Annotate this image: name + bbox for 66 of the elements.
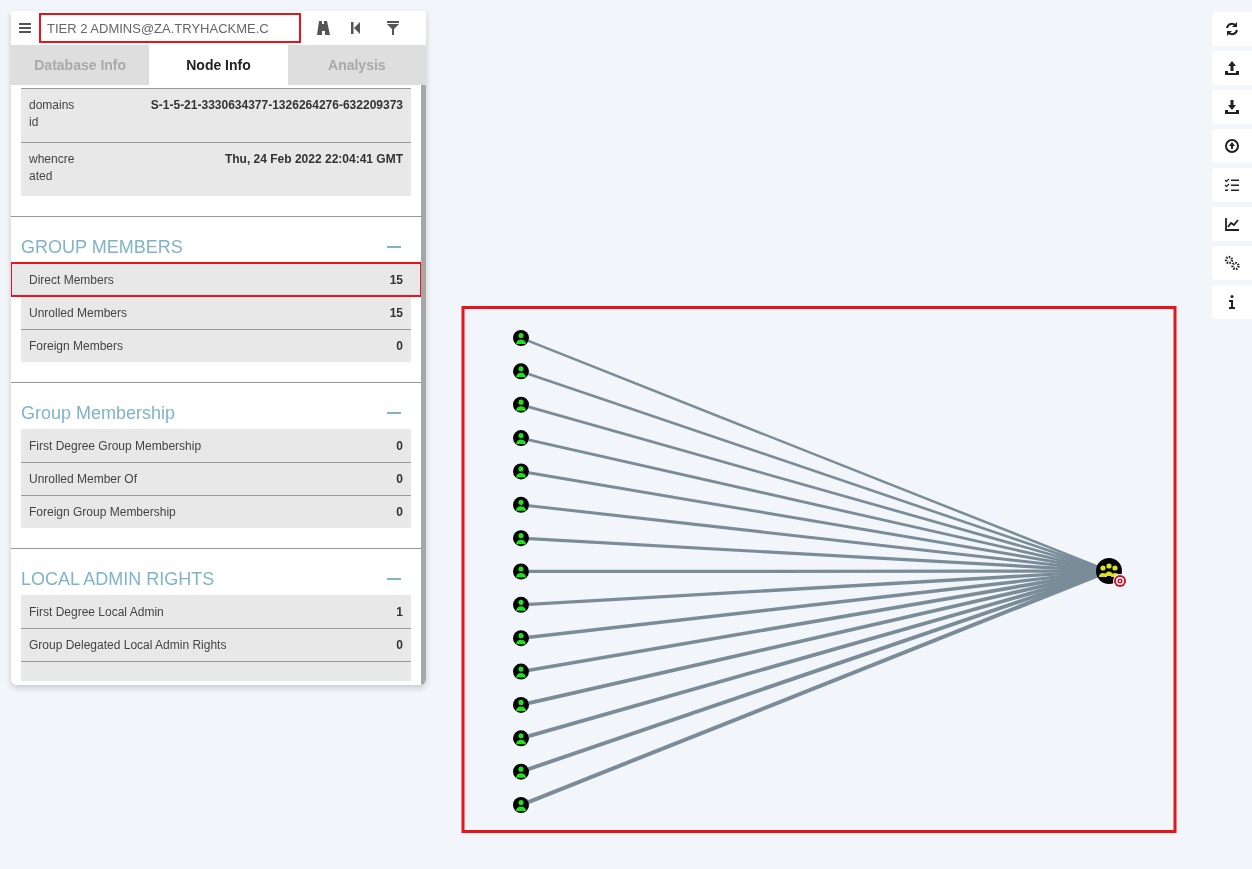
list-row[interactable]: Unrolled Member Of 0 [21, 462, 411, 495]
row-label: First Degree Group Membership [29, 438, 202, 453]
download-button[interactable] [1212, 90, 1252, 124]
section-title: Group Membership [21, 402, 176, 424]
row-value: 0 [396, 638, 403, 652]
row-value: 0 [396, 505, 403, 519]
row-label: Group Delegated Local Admin Rights [29, 638, 227, 652]
user-node-icon[interactable] [513, 696, 529, 713]
gears-button[interactable] [1212, 246, 1252, 280]
row-label: First Degree Local Admin [29, 604, 164, 619]
row-label: Foreign Members [29, 339, 124, 353]
property-value: Thu, 24 Feb 2022 22:04:41 GMT [224, 151, 403, 168]
filter-icon[interactable] [387, 21, 399, 35]
menu-icon[interactable] [19, 22, 31, 34]
property-value: S-1-5-21-3330634377-1326264276-632209373 [150, 97, 403, 114]
user-node-icon[interactable] [513, 330, 529, 346]
refresh-button[interactable] [1212, 12, 1252, 46]
list-row[interactable]: Group Delegated Local Admin Rights 0 [21, 628, 411, 661]
list-row[interactable]: Foreign Members 0 [21, 329, 411, 362]
info-button[interactable] [1212, 285, 1252, 319]
row-value: 15 [389, 272, 403, 287]
user-node-icon[interactable] [513, 630, 529, 647]
user-node-icon[interactable] [513, 563, 529, 580]
section-title: LOCAL ADMIN RIGHTS [21, 568, 215, 590]
upload-button[interactable] [1212, 51, 1252, 85]
user-node-icon[interactable] [513, 797, 529, 813]
checklist-button[interactable] [1212, 168, 1252, 202]
list-row[interactable]: First Degree Group Membership 0 [21, 429, 411, 462]
user-node-icon[interactable] [513, 430, 529, 447]
section-title: GROUP MEMBERS [21, 236, 183, 258]
row-label: Unrolled Member Of [29, 472, 138, 486]
list-row[interactable]: First Degree Local Admin 1 [21, 595, 411, 628]
row-value: 15 [389, 306, 403, 320]
refresh-icon [1224, 21, 1240, 37]
row-value: 0 [396, 472, 403, 486]
scrollbar[interactable] [421, 85, 426, 685]
user-node-icon[interactable] [513, 530, 529, 547]
user-node-icon[interactable] [513, 396, 529, 413]
chart-line-icon [1224, 216, 1240, 232]
search-field[interactable]: TIER 2 ADMINS@ZA.TRYHACKME.C [39, 13, 301, 43]
row-label: Direct Members [29, 272, 114, 287]
row-label: Foreign Group Membership [29, 505, 176, 519]
user-node-icon[interactable] [513, 763, 529, 780]
list-row[interactable]: Foreign Group Membership 0 [21, 495, 411, 528]
row-value: 1 [396, 604, 403, 619]
checklist-icon [1224, 177, 1240, 193]
user-node-icon[interactable] [513, 463, 529, 480]
user-node-icon[interactable] [513, 363, 529, 380]
user-node-icon[interactable] [513, 663, 529, 680]
user-node-icon[interactable] [513, 496, 529, 513]
user-node-icon[interactable] [513, 730, 529, 747]
row-value: 0 [396, 438, 403, 453]
skip-back-icon[interactable] [351, 21, 361, 35]
property-label: domains id [29, 97, 75, 131]
row-label: Unrolled Members [29, 306, 128, 320]
chart-line-button[interactable] [1212, 207, 1252, 241]
user-node-icon[interactable] [513, 596, 529, 613]
list-row[interactable]: Unrolled Members 15 [21, 296, 411, 329]
download-icon [1224, 99, 1240, 115]
property-label: whencre ated [29, 151, 75, 185]
list-row[interactable]: Direct Members 15 [11, 263, 421, 296]
arrow-up-circle-button[interactable] [1212, 129, 1252, 163]
group-node-icon[interactable] [1096, 558, 1127, 588]
upload-icon [1224, 60, 1240, 76]
row-value: 0 [396, 339, 403, 353]
arrow-up-circle-icon [1224, 138, 1240, 154]
